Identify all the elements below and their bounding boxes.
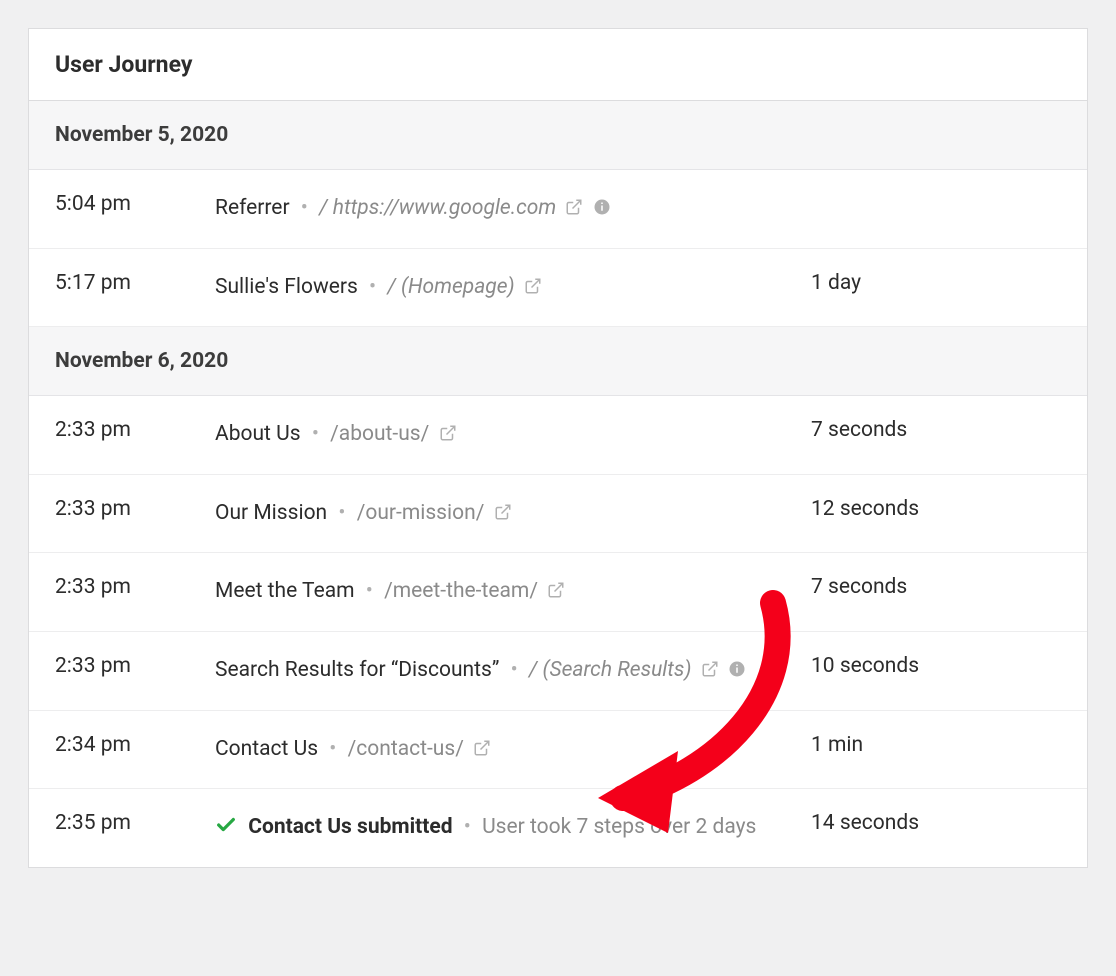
journey-row: 5:17 pm Sullie's Flowers • / (Homepage) … bbox=[29, 249, 1087, 328]
check-icon bbox=[215, 814, 237, 836]
external-link-icon[interactable] bbox=[494, 499, 512, 517]
row-title: Meet the Team bbox=[215, 579, 355, 603]
row-main: Meet the Team • /meet-the-team/ bbox=[215, 575, 811, 609]
row-title: Sullie's Flowers bbox=[215, 275, 358, 299]
separator-dot: • bbox=[369, 275, 376, 299]
row-main: Contact Us • /contact-us/ bbox=[215, 733, 811, 767]
row-note: User took 7 steps over 2 days bbox=[482, 815, 756, 839]
separator-dot: • bbox=[511, 658, 518, 682]
row-title: Referrer bbox=[215, 196, 290, 220]
row-duration: 1 min bbox=[811, 733, 1061, 757]
row-time: 2:34 pm bbox=[55, 733, 215, 757]
journey-row: 2:33 pm Meet the Team • /meet-the-team/ … bbox=[29, 553, 1087, 632]
row-path: /our-mission/ bbox=[357, 501, 485, 525]
info-icon[interactable] bbox=[728, 656, 746, 674]
journey-row: 2:33 pm Search Results for “Discounts” •… bbox=[29, 632, 1087, 711]
row-duration: 7 seconds bbox=[811, 575, 1061, 599]
row-main: About Us • /about-us/ bbox=[215, 418, 811, 452]
info-icon[interactable] bbox=[593, 194, 611, 212]
row-path: (Search Results) bbox=[543, 658, 692, 682]
row-main: Our Mission • /our-mission/ bbox=[215, 497, 811, 531]
row-time: 5:04 pm bbox=[55, 192, 215, 216]
external-link-icon[interactable] bbox=[547, 577, 565, 595]
row-time: 2:33 pm bbox=[55, 575, 215, 599]
row-duration: 12 seconds bbox=[811, 497, 1061, 521]
row-path: /meet-the-team/ bbox=[384, 579, 538, 603]
journey-row: 2:33 pm About Us • /about-us/ 7 seconds bbox=[29, 396, 1087, 475]
row-time: 2:33 pm bbox=[55, 497, 215, 521]
user-journey-panel: User Journey November 5, 2020 5:04 pm Re… bbox=[28, 28, 1088, 868]
external-link-icon[interactable] bbox=[565, 194, 583, 212]
row-time: 2:35 pm bbox=[55, 811, 215, 835]
row-title: Contact Us bbox=[215, 737, 318, 761]
row-path: https://www.google.com bbox=[333, 196, 556, 220]
separator-dot: • bbox=[464, 815, 471, 839]
row-title: About Us bbox=[215, 422, 301, 446]
separator-dot: • bbox=[301, 196, 308, 220]
row-duration: 10 seconds bbox=[811, 654, 1061, 678]
row-path: /contact-us/ bbox=[348, 737, 464, 761]
external-link-icon[interactable] bbox=[439, 420, 457, 438]
separator-dot: • bbox=[329, 737, 336, 761]
row-main: Sullie's Flowers • / (Homepage) bbox=[215, 271, 811, 305]
row-duration: 14 seconds bbox=[811, 811, 1061, 835]
row-title: Search Results for “Discounts” bbox=[215, 658, 499, 682]
journey-row: 2:34 pm Contact Us • /contact-us/ 1 min bbox=[29, 711, 1087, 790]
separator-dot: • bbox=[366, 579, 373, 603]
external-link-icon[interactable] bbox=[524, 273, 542, 291]
day-header: November 6, 2020 bbox=[29, 327, 1087, 396]
external-link-icon[interactable] bbox=[701, 656, 719, 674]
row-slash: / bbox=[387, 275, 395, 299]
row-time: 5:17 pm bbox=[55, 271, 215, 295]
row-time: 2:33 pm bbox=[55, 418, 215, 442]
row-path: /about-us/ bbox=[330, 422, 429, 446]
panel-title: User Journey bbox=[29, 29, 1087, 101]
row-title: Contact Us submitted bbox=[248, 815, 452, 839]
separator-dot: • bbox=[312, 422, 319, 446]
row-main: Search Results for “Discounts” • / (Sear… bbox=[215, 654, 811, 688]
day-header: November 5, 2020 bbox=[29, 101, 1087, 170]
row-path: (Homepage) bbox=[401, 275, 515, 299]
row-slash: / bbox=[319, 196, 327, 220]
journey-row: 2:35 pm Contact Us submitted • User took… bbox=[29, 789, 1087, 867]
row-duration: 1 day bbox=[811, 271, 1061, 295]
journey-row: 5:04 pm Referrer • / https://www.google.… bbox=[29, 170, 1087, 249]
separator-dot: • bbox=[338, 501, 345, 525]
row-main: Contact Us submitted • User took 7 steps… bbox=[215, 811, 811, 845]
external-link-icon[interactable] bbox=[473, 735, 491, 753]
row-slash: / bbox=[529, 658, 537, 682]
row-duration: 7 seconds bbox=[811, 418, 1061, 442]
row-time: 2:33 pm bbox=[55, 654, 215, 678]
journey-row: 2:33 pm Our Mission • /our-mission/ 12 s… bbox=[29, 475, 1087, 554]
row-title: Our Mission bbox=[215, 501, 327, 525]
row-main: Referrer • / https://www.google.com bbox=[215, 192, 811, 226]
